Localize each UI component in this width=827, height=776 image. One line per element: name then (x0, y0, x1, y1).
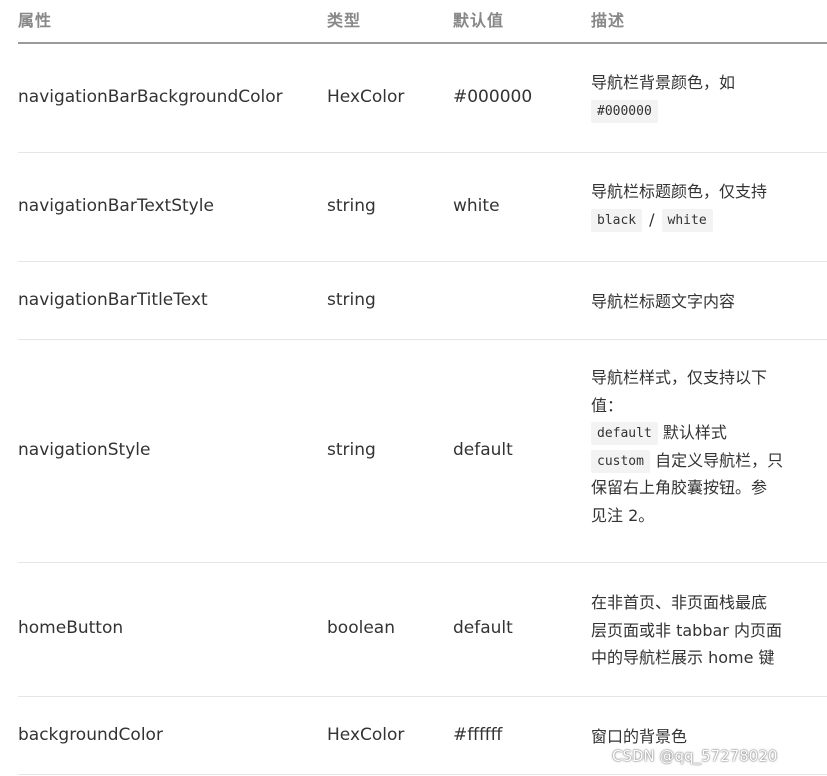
description-text: 导航栏标题颜色，仅支持 (591, 182, 768, 201)
table-header: 属性 类型 默认值 描述 (18, 0, 827, 44)
description-text: 在非首页、非页面栈最底 (591, 593, 768, 612)
row-default: white (453, 196, 500, 216)
row-property: backgroundColor (18, 725, 163, 745)
row-type: HexColor (327, 87, 405, 107)
row-property: homeButton (18, 618, 124, 638)
row-default: #ffffff (453, 725, 503, 745)
row-description: 导航栏标题文字内容 (591, 288, 806, 316)
row-property: navigationBarBackgroundColor (18, 87, 283, 107)
description-text: 导航栏标题文字内容 (591, 292, 736, 311)
header-property: 属性 (18, 11, 53, 30)
row-type: string (327, 440, 376, 460)
row-default: #000000 (453, 87, 533, 107)
row-type: string (327, 290, 376, 310)
header-default: 默认值 (453, 11, 505, 30)
description-text: 默认样式 (662, 423, 727, 442)
separator: / (649, 209, 655, 229)
table-row: navigationBarTitleText string 导航栏标题文字内容 (18, 262, 827, 340)
inline-code: #000000 (591, 99, 658, 123)
row-property: navigationStyle (18, 440, 151, 460)
table-row: navigationStyle string default 导航栏样式，仅支持… (18, 340, 827, 563)
description-text: 见注 2。 (591, 505, 655, 525)
description-text: 中的导航栏展示 home 键 (591, 648, 775, 667)
header-description: 描述 (591, 11, 626, 30)
table-row: navigationBarBackgroundColor HexColor #0… (18, 44, 827, 153)
properties-table: 属性 类型 默认值 描述 navigationBarBackgroundColo… (18, 0, 827, 775)
watermark: CSDN @qq_57278020 (612, 747, 778, 765)
row-description: 导航栏样式，仅支持以下 值： default 默认样式 custom 自定义导航… (591, 364, 806, 529)
row-property: navigationBarTextStyle (18, 196, 214, 216)
row-description: 导航栏标题颜色，仅支持 black / white (591, 178, 806, 233)
inline-code: black (591, 208, 643, 232)
description-text: 导航栏背景颜色，如 (591, 73, 736, 92)
row-type: HexColor (327, 725, 405, 745)
row-default: default (453, 618, 513, 638)
row-property: navigationBarTitleText (18, 290, 208, 310)
row-description: 在非首页、非页面栈最底 层页面或非 tabbar 内页面 中的导航栏展示 hom… (591, 589, 806, 672)
row-type: boolean (327, 618, 395, 638)
inline-code: custom (591, 449, 650, 473)
table-row: navigationBarTextStyle string white 导航栏标… (18, 153, 827, 262)
description-text: 导航栏样式，仅支持以下 (591, 368, 768, 387)
description-text: 保留右上角胶囊按钮。参 (591, 478, 768, 497)
description-text: 值： (591, 395, 624, 415)
header-type: 类型 (327, 11, 362, 30)
description-text: 自定义导航栏，只 (655, 450, 784, 470)
row-type: string (327, 196, 376, 216)
description-text: 层页面或非 tabbar 内页面 (591, 620, 782, 640)
table-row: homeButton boolean default 在非首页、非页面栈最底 层… (18, 563, 827, 697)
row-description: 导航栏背景颜色，如 #000000 (591, 69, 806, 124)
inline-code: white (661, 208, 713, 232)
row-default: default (453, 440, 513, 460)
inline-code: default (591, 422, 658, 445)
